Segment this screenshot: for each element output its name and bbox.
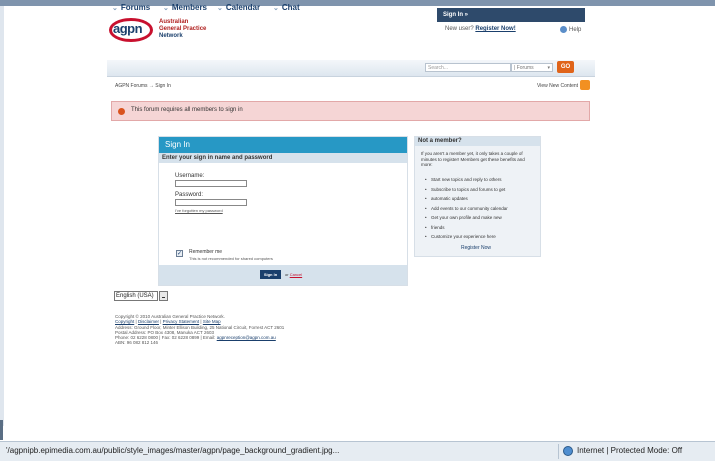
- signin-panel: Sign In Enter your sign in name and pass…: [158, 136, 408, 286]
- logo-org-line1: Australian: [159, 19, 189, 25]
- go-button[interactable]: GO: [557, 61, 574, 73]
- not-member-intro: If you aren't a member yet, it only take…: [421, 151, 525, 167]
- logo-org-line3: Network: [159, 33, 183, 39]
- chevron-down-icon: ⌄: [112, 5, 118, 12]
- signin-subtitle: Enter your sign in name and password: [159, 153, 407, 163]
- remember-me-label: Remember me: [189, 249, 223, 255]
- username-label: Username:: [175, 173, 205, 179]
- status-divider: [558, 444, 559, 459]
- footer-phone: Phone: 02 6228 0800 | Fax: 02 6228 0899 …: [115, 335, 216, 341]
- breadcrumb[interactable]: AGPN Forums → Sign In: [115, 83, 171, 89]
- password-field[interactable]: [175, 199, 247, 206]
- list-item: Subscribe to topics and forums to get: [421, 185, 539, 195]
- nav-members-label: Members: [171, 3, 207, 12]
- list-item: friends: [421, 223, 539, 233]
- search-scope-select[interactable]: | Forums ▾: [511, 63, 553, 72]
- signin-footer: Sign In or Cancel: [159, 265, 407, 285]
- not-member-panel: Not a member? If you aren't a member yet…: [414, 136, 541, 257]
- help-label: Help: [569, 27, 582, 34]
- password-label: Password:: [175, 192, 204, 198]
- footer-link-disclaimer[interactable]: Disclaimer: [138, 319, 159, 324]
- user-bar: Sign In » New user? Register Now! Help: [437, 8, 585, 33]
- footer-link-privacy[interactable]: Privacy Statement: [163, 319, 200, 324]
- username-field[interactable]: [175, 180, 247, 187]
- cancel-link[interactable]: Cancel: [290, 272, 302, 277]
- nav-calendar[interactable]: ⌄ Calendar: [217, 3, 260, 12]
- nav-forums-label: Forums: [120, 3, 151, 12]
- forgot-password-link[interactable]: I've forgotten my password: [175, 208, 223, 213]
- list-item: Add events to our community calendar: [421, 204, 539, 214]
- footer-email-link[interactable]: agpnreception@agpn.com.au: [217, 335, 276, 340]
- view-new-content-link[interactable]: View New Content: [537, 83, 578, 89]
- list-item: Get your own profile and make new: [421, 213, 539, 223]
- help-icon: [560, 26, 567, 33]
- list-item: Customize your experience here: [421, 232, 539, 242]
- signin-title: Sign In: [159, 137, 407, 153]
- nav-chat-label: Chat: [281, 3, 300, 12]
- signin-tab[interactable]: Sign In »: [437, 8, 585, 22]
- browser-status-bar: '/agpnipb.epimedia.com.au/public/style_i…: [0, 441, 715, 461]
- register-now-link[interactable]: Register Now: [461, 245, 491, 251]
- language-go-button[interactable]: [159, 291, 168, 301]
- page-footer: Copyright © 2010 Australian General Prac…: [115, 314, 395, 346]
- logo-org-name: Australian General Practice Network: [159, 19, 229, 40]
- logo-org-line2: General Practice: [159, 26, 207, 32]
- register-now-link[interactable]: Register Now!: [475, 26, 515, 32]
- alert-text: This forum requires all members to sign …: [131, 107, 243, 113]
- list-item: automatic updates: [421, 194, 539, 204]
- nav-members[interactable]: ⌄ Members: [163, 3, 207, 12]
- chevron-down-icon: ⌄: [217, 5, 223, 12]
- remember-me-note: This is not recommended for shared compu…: [189, 256, 273, 261]
- security-zone[interactable]: Internet | Protected Mode: Off: [577, 446, 682, 455]
- benefits-list: Start new topics and reply to others Sub…: [421, 175, 539, 242]
- or-cancel: or Cancel: [285, 272, 302, 277]
- chevron-down-icon: ⌄: [163, 5, 169, 12]
- globe-icon: [563, 446, 573, 456]
- rss-icon[interactable]: [580, 80, 590, 90]
- language-select[interactable]: English (USA): [114, 291, 158, 301]
- footer-link-sitemap[interactable]: Site Map: [203, 319, 221, 324]
- alert-icon: [118, 108, 125, 115]
- sign-in-button[interactable]: Sign In: [260, 270, 281, 279]
- help-link[interactable]: Help: [560, 26, 581, 33]
- footer-link-copyright[interactable]: Copyright: [115, 319, 134, 324]
- new-user-label: New user?: [445, 26, 474, 32]
- status-url: '/agpnipb.epimedia.com.au/public/style_i…: [6, 446, 340, 455]
- logo-mark: agpn: [113, 21, 143, 36]
- search-scope-label: Forums: [516, 65, 534, 71]
- not-member-title: Not a member?: [415, 137, 540, 146]
- window-edge-marker: [0, 420, 3, 440]
- footer-abn: ABN: 96 082 812 146: [115, 340, 159, 346]
- chevron-down-icon: ⌄: [273, 5, 279, 12]
- chevron-down-icon: ▾: [547, 65, 550, 71]
- signin-required-alert: This forum requires all members to sign …: [111, 101, 590, 121]
- agpn-logo[interactable]: agpn Australian General Practice Network: [107, 10, 227, 46]
- nav-forums[interactable]: ⌄ Forums: [112, 3, 150, 12]
- nav-calendar-label: Calendar: [225, 3, 261, 12]
- window-edge: [0, 6, 4, 426]
- or-text: or: [285, 272, 289, 277]
- remember-me-checkbox[interactable]: ✓: [176, 250, 183, 257]
- new-user-text: New user? Register Now!: [445, 26, 516, 32]
- search-input[interactable]: Search...: [425, 63, 511, 72]
- list-item: Start new topics and reply to others: [421, 175, 539, 185]
- nav-chat[interactable]: ⌄ Chat: [273, 3, 300, 12]
